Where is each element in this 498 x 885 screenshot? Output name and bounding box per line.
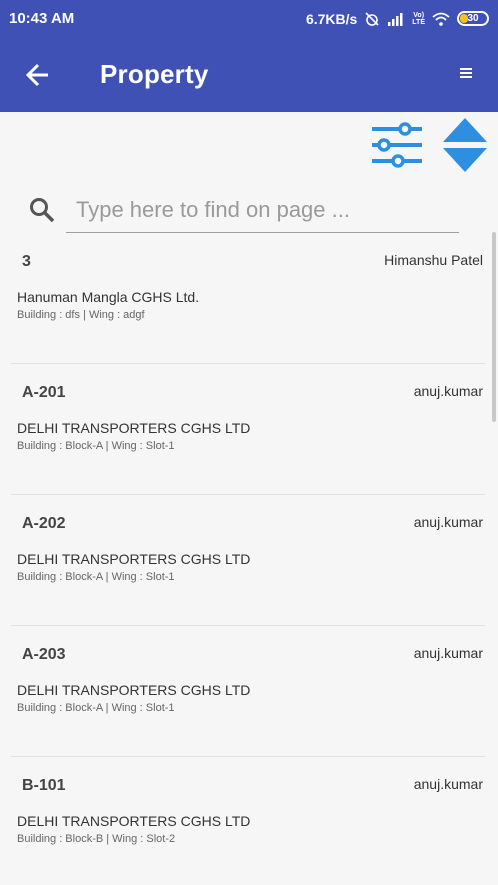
property-society: DELHI TRANSPORTERS CGHS LTD — [17, 682, 251, 698]
property-owner: anuj.kumar — [413, 645, 483, 661]
property-owner: anuj.kumar — [413, 514, 483, 530]
alarm-off-icon — [365, 11, 379, 26]
network-speed: 6.7KB/s — [305, 10, 358, 27]
property-detail: Building : Block-A | Wing : Slot-1 — [17, 440, 175, 452]
property-owner: Himanshu Patel — [384, 252, 483, 268]
wifi-icon — [432, 12, 450, 26]
property-code: 3 — [22, 253, 31, 270]
property-list-item[interactable]: A-203 anuj.kumar DELHI TRANSPORTERS CGHS L… — [11, 626, 485, 757]
scrollbar[interactable] — [492, 232, 496, 422]
property-code: A-202 — [22, 515, 66, 532]
property-list-item[interactable]: A-202 anuj.kumar DELHI TRANSPORTERS CGHS L… — [11, 495, 485, 626]
search-icon — [30, 198, 55, 223]
property-list-item[interactable]: 3 Himanshu Patel Hanuman Mangla CGHS Ltd. B… — [11, 233, 485, 364]
status-bar: 10:43 AM 6.7KB/s Vo) LTE 30 — [0, 0, 498, 37]
menu-icon-line — [460, 72, 472, 74]
property-detail: Building : Block-A | Wing : Slot-1 — [17, 571, 175, 583]
property-society: DELHI TRANSPORTERS CGHS LTD — [17, 813, 251, 829]
signal-icon — [388, 12, 403, 26]
property-code: B-101 — [22, 777, 66, 794]
property-code: A-203 — [22, 646, 66, 663]
property-detail: Building : dfs | Wing : adgf — [17, 309, 145, 321]
volte-indicator: Vo) LTE — [412, 11, 425, 26]
property-list-item[interactable]: B-101 anuj.kumar DELHI TRANSPORTERS CGHS L… — [11, 757, 485, 885]
search-bar — [28, 186, 459, 234]
back-button[interactable] — [22, 59, 54, 91]
search-input[interactable] — [66, 187, 459, 233]
property-society: Hanuman Mangla CGHS Ltd. — [17, 289, 200, 305]
arrow-left-icon — [25, 63, 48, 87]
status-time: 10:43 AM — [9, 10, 75, 27]
page-title: Property — [100, 59, 209, 89]
sort-arrows-icon[interactable] — [442, 116, 488, 174]
app-toolbar: Property — [0, 37, 498, 112]
overflow-menu-button[interactable] — [458, 65, 474, 81]
property-owner: anuj.kumar — [413, 776, 483, 792]
property-detail: Building : Block-A | Wing : Slot-1 — [17, 702, 175, 714]
property-owner: anuj.kumar — [413, 383, 483, 399]
property-society: DELHI TRANSPORTERS CGHS LTD — [17, 551, 251, 567]
filter-sliders-icon[interactable] — [370, 119, 424, 171]
property-code: A-201 — [22, 384, 66, 401]
property-list-item[interactable]: A-201 anuj.kumar DELHI TRANSPORTERS CGHS L… — [11, 364, 485, 495]
property-detail: Building : Block-B | Wing : Slot-2 — [17, 833, 176, 845]
menu-icon-line — [460, 76, 472, 78]
battery-icon: 30 — [457, 11, 489, 26]
battery-level: 30 — [467, 13, 479, 24]
menu-icon-line — [460, 68, 472, 70]
list-actions — [370, 116, 488, 174]
property-list: 3 Himanshu Patel Hanuman Mangla CGHS Ltd. B… — [11, 233, 485, 885]
property-society: DELHI TRANSPORTERS CGHS LTD — [17, 420, 251, 436]
status-indicators: 6.7KB/s Vo) LTE 30 — [306, 11, 489, 27]
